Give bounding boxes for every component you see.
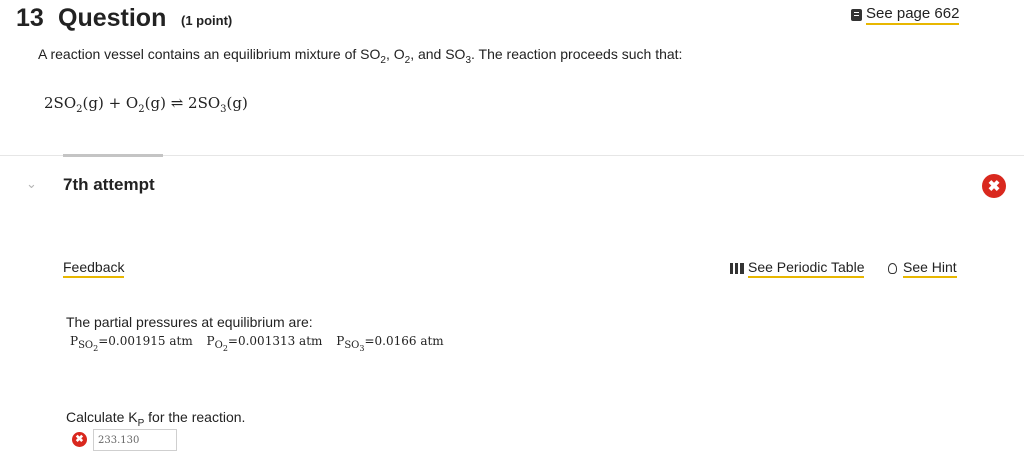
periodic-table-icon bbox=[730, 263, 744, 274]
pressure-so3: PSO3=0.0166 atm bbox=[336, 334, 444, 354]
wrong-answer-icon: ✖ bbox=[72, 432, 87, 447]
pressures-list: PSO2=0.001915 atm PO2=0.001313 atm PSO3=… bbox=[70, 334, 454, 353]
x-circle-icon: ✖ bbox=[982, 174, 1006, 198]
see-page-link[interactable]: See page 662 bbox=[851, 5, 960, 25]
attempt-label[interactable]: 7th attempt bbox=[63, 175, 155, 195]
calculate-prompt: Calculate KP for the reaction. bbox=[66, 409, 246, 429]
answer-input[interactable]: 233.130 bbox=[93, 429, 177, 451]
periodic-table-link[interactable]: See Periodic Table bbox=[730, 259, 865, 278]
lightbulb-icon bbox=[888, 263, 897, 274]
feedback-link[interactable]: Feedback bbox=[63, 259, 125, 278]
question-number: 13 bbox=[16, 4, 44, 32]
hint-label: See Hint bbox=[903, 259, 957, 278]
attempt-tab-indicator bbox=[63, 154, 163, 157]
book-icon bbox=[851, 9, 862, 21]
pressure-o2: PO2=0.001313 atm bbox=[206, 334, 323, 354]
question-title: Question bbox=[58, 4, 167, 32]
hint-link[interactable]: See Hint bbox=[888, 259, 957, 278]
pressures-title: The partial pressures at equilibrium are… bbox=[66, 314, 313, 330]
question-points: (1 point) bbox=[181, 13, 233, 28]
reaction-equation: 2SO2(g) + O2(g) ⇌ 2SO3(g) bbox=[44, 94, 248, 115]
equilibrium-arrow: ⇌ bbox=[165, 94, 189, 112]
question-intro: A reaction vessel contains an equilibriu… bbox=[38, 46, 683, 66]
pressure-so2: PSO2=0.001915 atm bbox=[70, 334, 193, 354]
see-page-label: See page 662 bbox=[866, 5, 960, 25]
periodic-table-label: See Periodic Table bbox=[748, 259, 865, 278]
chevron-down-icon[interactable]: ⌄ bbox=[26, 176, 37, 192]
